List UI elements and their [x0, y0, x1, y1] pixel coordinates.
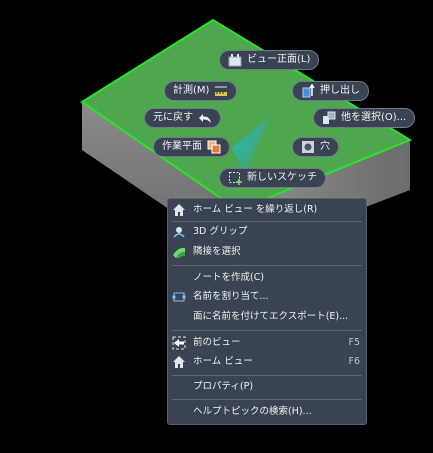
hole-label: 穴	[320, 141, 330, 152]
menu-item-previous-view[interactable]: 前のビュー F5	[168, 334, 366, 352]
measure-label: 計測(M)	[173, 85, 210, 96]
shortcut-label: F6	[348, 356, 360, 367]
work-plane-icon	[207, 140, 221, 154]
work-plane-label: 作業平面	[162, 141, 202, 152]
menu-item-export-face[interactable]: 面に名前を付けてエクスポート(E)...	[168, 308, 366, 326]
menu-item-home-view[interactable]: ホーム ビュー F6	[168, 353, 366, 371]
new-sketch-label: 新しいスケッチ	[247, 172, 317, 183]
undo-label: 元に戻す	[153, 112, 193, 123]
push-pull-icon	[301, 83, 315, 98]
select-other-label: 他を選択(O)...	[341, 112, 407, 123]
menu-item-3d-grip[interactable]: 3D グリップ	[168, 223, 366, 241]
assign-name-icon	[172, 290, 186, 304]
view-front-icon	[228, 53, 242, 67]
ruler-icon	[214, 84, 228, 98]
view-front-button[interactable]: ビュー正面(L)	[219, 50, 320, 70]
menu-separator	[172, 330, 362, 331]
undo-button[interactable]: 元に戻す	[144, 108, 221, 128]
menu-separator	[172, 399, 362, 400]
new-sketch-button[interactable]: 新しいスケッチ	[219, 168, 326, 188]
select-other-button[interactable]: 他を選択(O)...	[313, 108, 416, 128]
home-icon	[172, 203, 186, 217]
undo-arrow-icon	[198, 111, 212, 125]
menu-separator	[172, 375, 362, 376]
hole-icon	[301, 140, 315, 154]
menu-separator	[172, 265, 362, 266]
menu-item-properties[interactable]: プロパティ(P)	[168, 378, 366, 396]
menu-item-label: 前のビュー	[193, 337, 241, 348]
menu-item-label: 面に名前を付けてエクスポート(E)...	[193, 311, 349, 322]
menu-item-label: 隣接を選択	[193, 246, 241, 257]
menu-separator	[172, 221, 362, 222]
view-front-label: ビュー正面(L)	[247, 54, 311, 65]
3d-grip-icon	[172, 225, 186, 239]
menu-item-help-search[interactable]: ヘルプトピックの検索(H)...	[168, 403, 366, 421]
menu-item-label: 3D グリップ	[193, 226, 248, 237]
hole-button[interactable]: 穴	[292, 137, 339, 157]
menu-item-label: ホーム ビュー	[193, 356, 253, 367]
menu-item-home-view-repeat[interactable]: ホーム ビュー を繰り返し(R)	[168, 201, 366, 219]
home-icon	[172, 355, 186, 369]
previous-view-icon	[172, 336, 186, 350]
menu-item-assign-name[interactable]: 名前を割り当て...	[168, 288, 366, 306]
work-plane-button[interactable]: 作業平面	[153, 137, 230, 157]
push-pull-button[interactable]: 押し出し	[292, 81, 369, 101]
select-tangent-icon	[172, 245, 186, 259]
menu-item-label: ホーム ビュー を繰り返し(R)	[193, 204, 318, 215]
menu-item-create-note[interactable]: ノートを作成(C)	[168, 269, 366, 287]
push-pull-label: 押し出し	[320, 85, 360, 96]
menu-item-label: プロパティ(P)	[193, 381, 254, 392]
menu-item-label: 名前を割り当て...	[193, 291, 269, 302]
menu-item-select-tangent[interactable]: 隣接を選択	[168, 243, 366, 261]
measure-button[interactable]: 計測(M)	[164, 81, 238, 101]
shortcut-label: F5	[348, 337, 360, 348]
menu-item-label: ヘルプトピックの検索(H)...	[193, 406, 312, 417]
select-other-icon	[322, 111, 336, 125]
context-menu: ホーム ビュー を繰り返し(R) 3D グリップ 隣接を選択 ノートを作成(C)…	[167, 198, 367, 425]
new-sketch-icon	[228, 171, 242, 185]
menu-item-label: ノートを作成(C)	[193, 272, 265, 283]
